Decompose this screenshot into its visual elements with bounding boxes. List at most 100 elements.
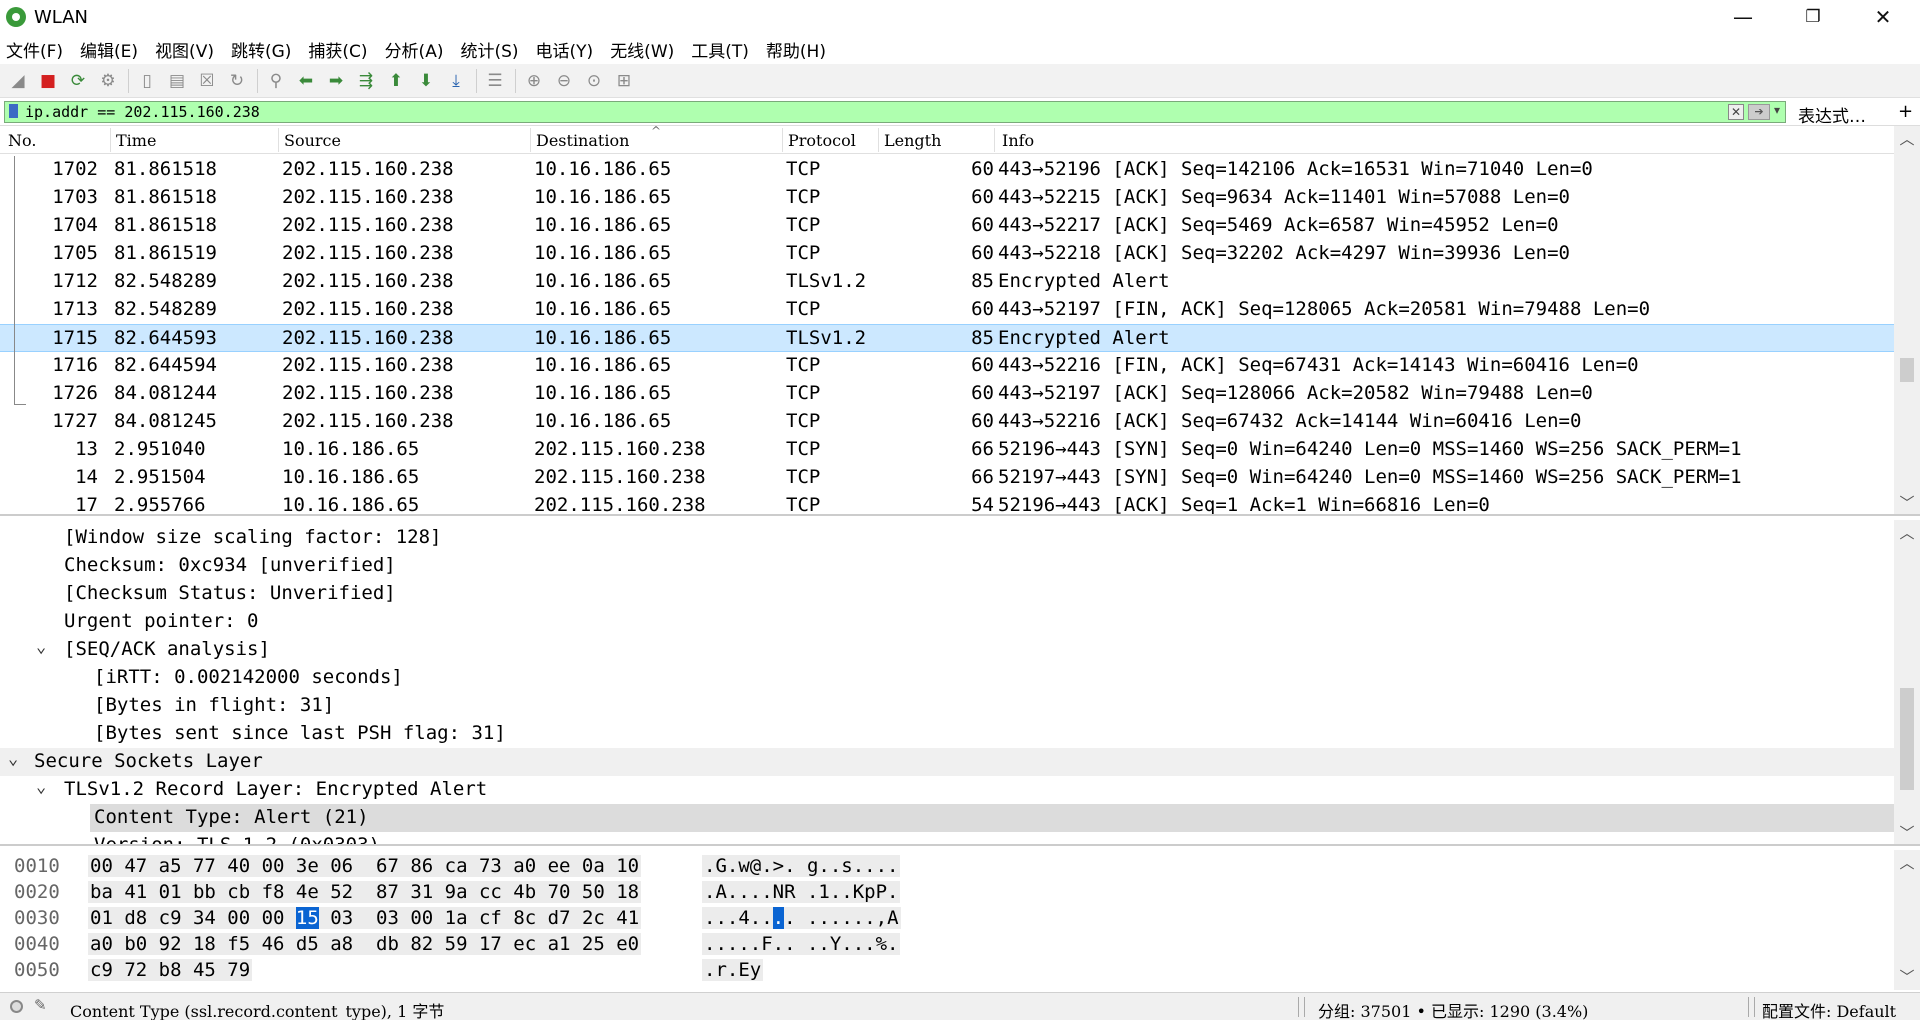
back-arrow-icon[interactable]: ⬅ <box>294 69 318 93</box>
packet-row[interactable]: 1713 82.548289 202.115.160.238 10.16.186.65… <box>0 296 1894 324</box>
packet-row[interactable]: 14 2.951504 10.16.186.65 202.115.160.238 TCP… <box>0 464 1894 492</box>
scrollbar-thumb[interactable] <box>1900 358 1914 382</box>
column-header-time[interactable]: Time <box>116 131 156 150</box>
column-divider[interactable] <box>110 128 111 152</box>
packet-row[interactable]: 1716 82.644594 202.115.160.238 10.16.186.65… <box>0 352 1894 380</box>
expression-button[interactable]: 表达式… <box>1798 102 1866 127</box>
resize-columns-icon[interactable]: ⊞ <box>612 69 636 93</box>
restore-button[interactable]: ❐ <box>1778 0 1848 34</box>
first-packet-icon[interactable]: ⬆ <box>384 69 408 93</box>
expert-info-icon[interactable] <box>10 1000 23 1013</box>
detail-row-content-type[interactable]: Content Type: Alert (21) <box>90 804 1894 832</box>
column-divider[interactable] <box>878 128 879 152</box>
detail-row[interactable]: [Checksum Status: Unverified] <box>0 580 1894 608</box>
forward-arrow-icon[interactable]: ➡ <box>324 69 348 93</box>
minimize-button[interactable]: — <box>1708 0 1778 34</box>
column-header-length[interactable]: Length <box>884 131 941 150</box>
open-file-icon[interactable]: ▯ <box>135 69 159 93</box>
menu-view[interactable]: 视图(V) <box>155 37 214 62</box>
ascii-bytes[interactable]: .G.w@.>. g..s.... <box>702 855 901 877</box>
add-filter-button[interactable]: + <box>1898 101 1913 122</box>
chevron-down-icon[interactable]: ⌄ <box>36 637 46 657</box>
hex-bytes[interactable]: 00 47 a5 77 40 00 3e 06 67 86 ca 73 a0 e… <box>88 855 642 877</box>
hex-bytes[interactable]: c9 72 b8 45 79 <box>88 959 253 981</box>
packet-row[interactable]: 1702 81.861518 202.115.160.238 10.16.186.65… <box>0 156 1894 184</box>
column-header-source[interactable]: Source <box>284 131 341 150</box>
scroll-down-icon[interactable]: ﹀ <box>1894 822 1920 844</box>
packet-list-scrollbar[interactable]: ︿ ﹀ <box>1894 126 1920 514</box>
filter-bookmark-icon[interactable] <box>9 104 18 118</box>
column-divider[interactable] <box>994 128 995 152</box>
column-divider[interactable] <box>782 128 783 152</box>
packet-row[interactable]: 1712 82.548289 202.115.160.238 10.16.186.65… <box>0 268 1894 296</box>
options-gear-icon[interactable]: ⚙ <box>96 69 120 93</box>
chevron-down-icon[interactable]: ⌄ <box>8 749 18 769</box>
scroll-up-icon[interactable]: ︿ <box>1894 852 1920 874</box>
menu-analyze[interactable]: 分析(A) <box>385 37 444 62</box>
scrollbar-thumb[interactable] <box>1900 688 1914 790</box>
zoom-normal-icon[interactable]: ⊙ <box>582 69 606 93</box>
detail-row[interactable]: [Bytes in flight: 31] <box>0 692 1894 720</box>
menu-capture[interactable]: 捕获(C) <box>308 37 367 62</box>
scroll-up-icon[interactable]: ︿ <box>1894 522 1920 544</box>
column-divider[interactable] <box>530 128 531 152</box>
packet-row[interactable]: 13 2.951040 10.16.186.65 202.115.160.238 TCP… <box>0 436 1894 464</box>
scroll-up-icon[interactable]: ︿ <box>1894 128 1920 150</box>
menu-tools[interactable]: 工具(T) <box>691 37 749 62</box>
column-header-info[interactable]: Info <box>1002 131 1034 150</box>
zoom-out-icon[interactable]: ⊖ <box>552 69 576 93</box>
menu-file[interactable]: 文件(F) <box>6 37 63 62</box>
hex-bytes[interactable]: 01 d8 c9 34 00 00 15 03 03 00 1a cf 8c d… <box>88 907 642 929</box>
detail-row-tls-record[interactable]: ⌄ TLSv1.2 Record Layer: Encrypted Alert <box>0 776 1894 804</box>
packet-row[interactable]: 1705 81.861519 202.115.160.238 10.16.186.65… <box>0 240 1894 268</box>
bytes-scrollbar[interactable]: ︿ ﹀ <box>1894 850 1920 990</box>
restart-icon[interactable]: ⟳ <box>66 69 90 93</box>
autoscroll-icon[interactable]: ⤓ <box>444 69 468 93</box>
save-file-icon[interactable]: ▤ <box>165 69 189 93</box>
packet-row[interactable]: 1703 81.861518 202.115.160.238 10.16.186.65… <box>0 184 1894 212</box>
detail-row-ssl[interactable]: ⌄ Secure Sockets Layer <box>0 748 1894 776</box>
last-packet-icon[interactable]: ⬇ <box>414 69 438 93</box>
detail-row[interactable]: [Window size scaling factor: 128] <box>0 524 1894 552</box>
packet-row[interactable]: 17 2.955766 10.16.186.65 202.115.160.238 TCP… <box>0 492 1894 514</box>
ascii-bytes[interactable]: .....F.. ..Y...%. <box>702 933 901 955</box>
ascii-bytes[interactable]: .r.Ey <box>702 959 764 981</box>
column-header-protocol[interactable]: Protocol <box>788 131 856 150</box>
menu-edit[interactable]: 编辑(E) <box>80 37 138 62</box>
hex-bytes[interactable]: ba 41 01 bb cb f8 4e 52 87 31 9a cc 4b 7… <box>88 881 642 903</box>
filter-history-dropdown-icon[interactable]: ▾ <box>1774 103 1780 117</box>
scroll-down-icon[interactable]: ﹀ <box>1894 492 1920 514</box>
display-filter-input[interactable]: ip.addr == 202.115.160.238 <box>4 101 1786 123</box>
detail-row-seq-ack-analysis[interactable]: ⌄ [SEQ/ACK analysis] <box>0 636 1894 664</box>
capture-comment-icon[interactable]: ✎ <box>34 996 47 1014</box>
menu-help[interactable]: 帮助(H) <box>766 37 826 62</box>
apply-filter-icon[interactable]: ➔ <box>1748 104 1770 120</box>
shark-fin-icon[interactable]: ◢ <box>6 69 30 93</box>
detail-row[interactable]: Version: TLS 1.2 (0x0303) <box>0 832 1894 844</box>
zoom-in-icon[interactable]: ⊕ <box>522 69 546 93</box>
goto-packet-icon[interactable]: ⇶ <box>354 69 378 93</box>
close-file-icon[interactable]: ☒ <box>195 69 219 93</box>
menu-telephony[interactable]: 电话(Y) <box>536 37 594 62</box>
clear-filter-icon[interactable]: ✕ <box>1728 104 1744 120</box>
packet-row[interactable]: 1704 81.861518 202.115.160.238 10.16.186.65… <box>0 212 1894 240</box>
detail-row[interactable]: Checksum: 0xc934 [unverified] <box>0 552 1894 580</box>
detail-row[interactable]: Urgent pointer: 0 <box>0 608 1894 636</box>
menu-statistics[interactable]: 统计(S) <box>460 37 518 62</box>
hex-bytes[interactable]: a0 b0 92 18 f5 46 d5 a8 db 82 59 17 ec a… <box>88 933 642 955</box>
ascii-bytes[interactable]: .A....NR .1..KpP. <box>702 881 901 903</box>
scroll-down-icon[interactable]: ﹀ <box>1894 966 1920 988</box>
colorize-icon[interactable]: ☰ <box>483 69 507 93</box>
column-header-destination[interactable]: Destination <box>536 131 629 150</box>
ascii-bytes[interactable]: ...4.... ......,A <box>702 907 901 929</box>
reload-icon[interactable]: ↻ <box>225 69 249 93</box>
column-header-no[interactable]: No. <box>8 131 36 150</box>
chevron-down-icon[interactable]: ⌄ <box>36 777 46 797</box>
menu-go[interactable]: 跳转(G) <box>231 37 291 62</box>
packet-row[interactable]: 1727 84.081245 202.115.160.238 10.16.186.65… <box>0 408 1894 436</box>
status-profile[interactable]: 配置文件: Default <box>1762 998 1896 1020</box>
detail-row[interactable]: [Bytes sent since last PSH flag: 31] <box>0 720 1894 748</box>
packet-row[interactable]: 1726 84.081244 202.115.160.238 10.16.186.65… <box>0 380 1894 408</box>
close-button[interactable]: ✕ <box>1848 0 1918 34</box>
packet-row-selected[interactable]: 1715 82.644593 202.115.160.238 10.16.186.65… <box>0 324 1894 352</box>
